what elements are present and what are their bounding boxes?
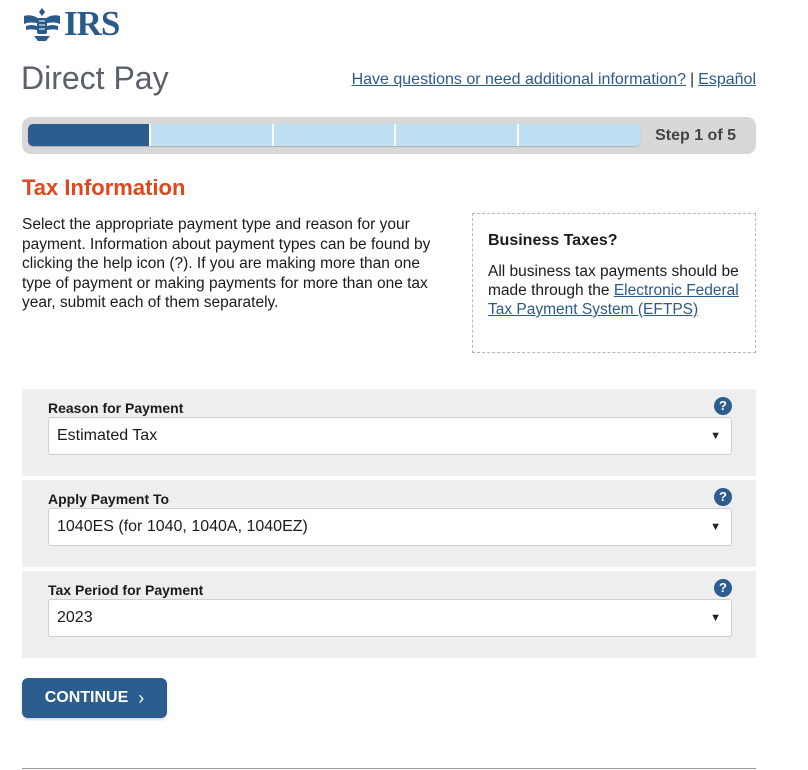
irs-eagle-icon	[24, 8, 60, 41]
caret-down-icon: ▼	[710, 612, 721, 624]
spanish-link[interactable]: Español	[698, 71, 756, 88]
caret-down-icon: ▼	[710, 430, 721, 442]
reason-for-payment-select[interactable]: Estimated Tax ▼	[48, 417, 732, 455]
progress-step-1	[28, 124, 151, 146]
logo-text: IRS	[64, 4, 120, 43]
chevron-right-icon: ›	[138, 687, 145, 708]
apply-payment-to-label: Apply Payment To	[48, 491, 170, 507]
progress-step-5	[519, 124, 640, 146]
progress-step-3	[273, 124, 397, 146]
business-taxes-title: Business Taxes?	[488, 232, 618, 249]
caret-down-icon: ▼	[710, 521, 721, 533]
tax-period-label: Tax Period for Payment	[48, 582, 204, 598]
apply-payment-to-panel: Apply Payment To ? 1040ES (for 1040, 104…	[22, 480, 756, 567]
progress-step-4	[396, 124, 520, 146]
progress-track	[28, 124, 640, 146]
business-taxes-box: Business Taxes? All business tax payment…	[472, 213, 756, 353]
reason-for-payment-label: Reason for Payment	[48, 400, 184, 416]
continue-button[interactable]: CONTINUE ›	[22, 678, 167, 718]
step-label: Step 1 of 5	[655, 127, 736, 144]
help-link[interactable]: Have questions or need additional inform…	[352, 71, 686, 88]
business-taxes-text: All business tax payments should be made…	[488, 262, 740, 319]
question-circle-icon[interactable]: ?	[714, 488, 732, 506]
progress-step-2	[150, 124, 274, 146]
reason-for-payment-panel: Reason for Payment ? Estimated Tax ▼	[22, 389, 756, 476]
section-title: Tax Information	[22, 175, 186, 200]
header-links: Have questions or need additional inform…	[352, 71, 756, 89]
tax-period-panel: Tax Period for Payment ? 2023 ▼	[22, 571, 756, 658]
bottom-divider	[22, 768, 756, 769]
question-circle-icon[interactable]: ?	[714, 579, 732, 597]
tax-period-value: 2023	[57, 609, 93, 626]
apply-payment-to-value: 1040ES (for 1040, 1040A, 1040EZ)	[57, 518, 308, 535]
tax-period-select[interactable]: 2023 ▼	[48, 599, 732, 637]
continue-label: CONTINUE	[44, 689, 129, 706]
irs-logo[interactable]: IRS	[22, 4, 120, 43]
link-separator: |	[690, 71, 695, 88]
intro-text: Select the appropriate payment type and …	[22, 216, 431, 311]
apply-payment-to-select[interactable]: 1040ES (for 1040, 1040A, 1040EZ) ▼	[48, 508, 732, 546]
question-circle-icon[interactable]: ?	[714, 397, 732, 415]
app-title: Direct Pay	[21, 60, 169, 96]
reason-for-payment-value: Estimated Tax	[57, 427, 158, 444]
progress-bar: Step 1 of 5	[22, 117, 756, 154]
